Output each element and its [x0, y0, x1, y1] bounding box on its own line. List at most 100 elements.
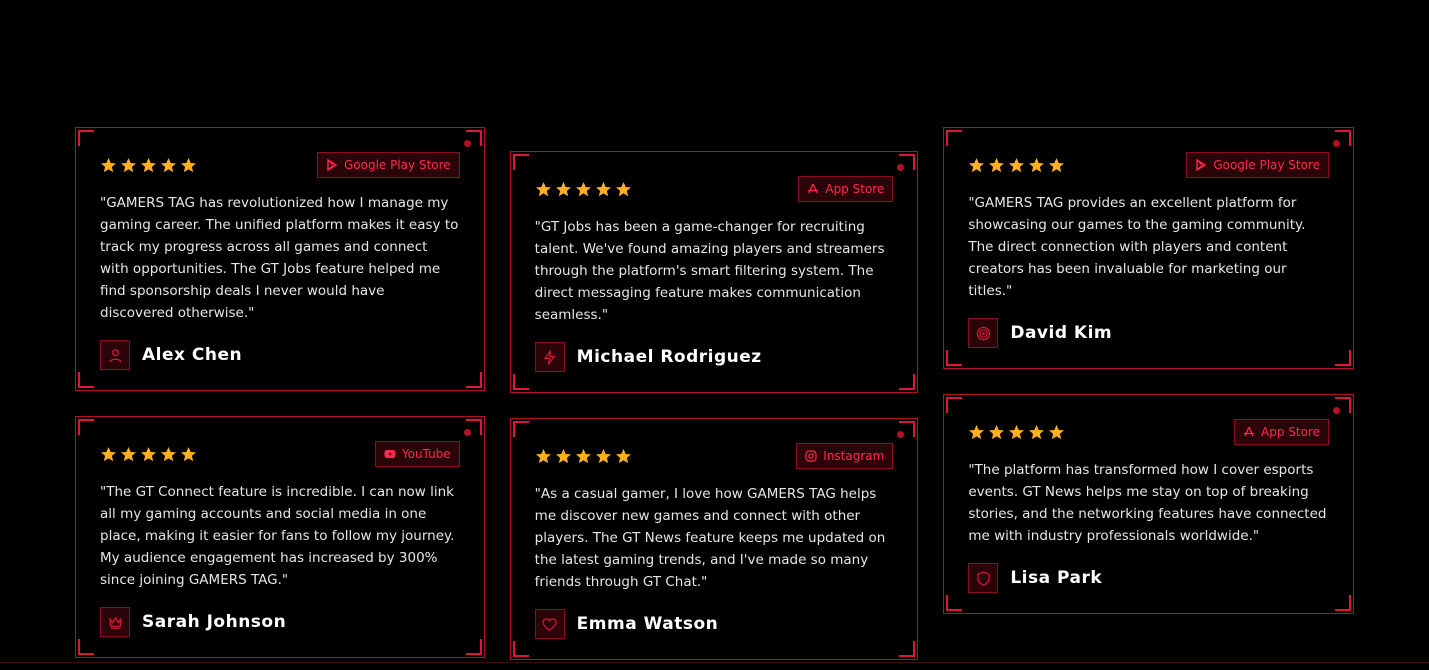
author-name: Michael Rodriguez	[576, 347, 762, 367]
star-icon	[595, 181, 612, 198]
target-icon	[976, 326, 991, 341]
star-icon	[535, 181, 552, 198]
star-icon	[555, 181, 572, 198]
testimonial-author: Alex Chen	[100, 340, 460, 370]
card-header: App Store	[968, 419, 1330, 445]
star-icon	[615, 181, 632, 198]
corner-bracket	[78, 419, 94, 435]
corner-bracket	[512, 374, 529, 390]
platform-label: Google Play Store	[1213, 158, 1321, 172]
star-icon	[615, 448, 632, 465]
testimonial-quote: "GAMERS TAG provides an excellent platfo…	[968, 195, 1306, 299]
star-icon	[1048, 157, 1065, 174]
star-rating	[535, 448, 632, 465]
star-icon	[100, 446, 117, 463]
platform-badge[interactable]: App Store	[798, 176, 894, 202]
avatar	[534, 609, 565, 639]
star-icon	[180, 446, 197, 463]
section-divider	[0, 662, 1429, 663]
platform-label: YouTube	[401, 447, 451, 461]
star-rating	[968, 157, 1065, 174]
author-name: Sarah Johnson	[142, 612, 287, 632]
star-icon	[140, 157, 157, 174]
testimonial-card: App Store "GT Jobs has been a game-change…	[509, 151, 919, 393]
star-icon	[968, 157, 985, 174]
corner-bracket	[899, 374, 916, 390]
star-icon	[1048, 424, 1065, 441]
corner-bracket	[512, 421, 529, 437]
status-dot	[1333, 140, 1341, 147]
avatar	[968, 563, 999, 593]
card-header: Google Play Store	[100, 152, 460, 178]
avatar	[968, 318, 999, 348]
card-header: App Store	[535, 176, 894, 202]
testimonials-column-2: App Store "GT Jobs has been a game-change…	[509, 127, 919, 660]
platform-badge[interactable]: Google Play Store	[1186, 152, 1330, 178]
play-store-icon	[326, 159, 338, 171]
platform-badge[interactable]: Instagram	[796, 443, 894, 469]
corner-bracket	[1335, 350, 1352, 366]
testimonial-quote: "The platform has transformed how I cove…	[968, 462, 1327, 544]
testimonial-quote: "GT Jobs has been a game-changer for rec…	[534, 219, 885, 323]
corner-bracket	[78, 639, 94, 655]
testimonial-quote: "GAMERS TAG has revolutionized how I man…	[100, 195, 459, 321]
star-icon	[1028, 424, 1045, 441]
youtube-icon	[384, 448, 396, 460]
star-icon	[988, 157, 1005, 174]
corner-bracket	[946, 130, 963, 146]
star-icon	[1008, 157, 1025, 174]
star-icon	[160, 157, 177, 174]
testimonials-column-1: Google Play Store "GAMERS TAG has revolut…	[75, 127, 485, 660]
platform-badge[interactable]: Google Play Store	[316, 152, 460, 178]
star-icon	[140, 446, 157, 463]
star-icon	[180, 157, 197, 174]
app-store-icon	[1243, 426, 1255, 438]
testimonial-card: Google Play Store "GAMERS TAG has revolut…	[75, 127, 485, 391]
testimonial-quote: "The GT Connect feature is incredible. I…	[100, 484, 455, 588]
corner-bracket	[465, 372, 482, 388]
avatar	[100, 340, 130, 370]
author-name: Lisa Park	[1010, 568, 1103, 588]
crown-icon	[108, 615, 123, 630]
avatar	[534, 342, 565, 372]
instagram-icon	[805, 450, 817, 462]
corner-bracket	[946, 350, 963, 366]
corner-bracket	[465, 639, 482, 655]
corner-bracket	[946, 595, 963, 611]
star-icon	[988, 424, 1005, 441]
platform-badge[interactable]: YouTube	[374, 441, 460, 467]
testimonial-author: Sarah Johnson	[100, 607, 460, 637]
star-icon	[555, 448, 572, 465]
platform-label: App Store	[1261, 425, 1321, 439]
corner-bracket	[512, 641, 529, 657]
card-header: YouTube	[100, 441, 460, 467]
author-name: Alex Chen	[142, 345, 243, 365]
testimonial-author: David Kim	[968, 318, 1329, 348]
play-store-icon	[1195, 159, 1207, 171]
corner-bracket	[946, 397, 963, 413]
star-icon	[120, 446, 137, 463]
corner-bracket	[78, 130, 94, 146]
star-icon	[535, 448, 552, 465]
corner-bracket	[512, 154, 529, 170]
status-dot	[463, 140, 471, 147]
star-rating	[968, 424, 1065, 441]
star-rating	[100, 446, 197, 463]
platform-label: App Store	[825, 182, 885, 196]
star-icon	[120, 157, 137, 174]
platform-label: Instagram	[823, 449, 885, 463]
heart-icon	[542, 617, 557, 632]
star-icon	[1028, 157, 1045, 174]
testimonial-quote: "As a casual gamer, I love how GAMERS TA…	[534, 486, 886, 590]
corner-bracket	[899, 641, 916, 657]
testimonial-card: App Store "The platform has transformed h…	[943, 394, 1355, 614]
testimonial-card: Google Play Store "GAMERS TAG provides an…	[943, 127, 1355, 369]
testimonial-card: Instagram "As a casual gamer, I love how …	[509, 418, 919, 660]
shield-icon	[976, 570, 991, 586]
card-header: Instagram	[535, 443, 894, 469]
user-icon	[108, 348, 123, 363]
status-dot	[463, 429, 471, 436]
platform-badge[interactable]: App Store	[1234, 419, 1330, 445]
corner-bracket	[78, 372, 94, 388]
testimonial-author: Lisa Park	[968, 563, 1329, 593]
